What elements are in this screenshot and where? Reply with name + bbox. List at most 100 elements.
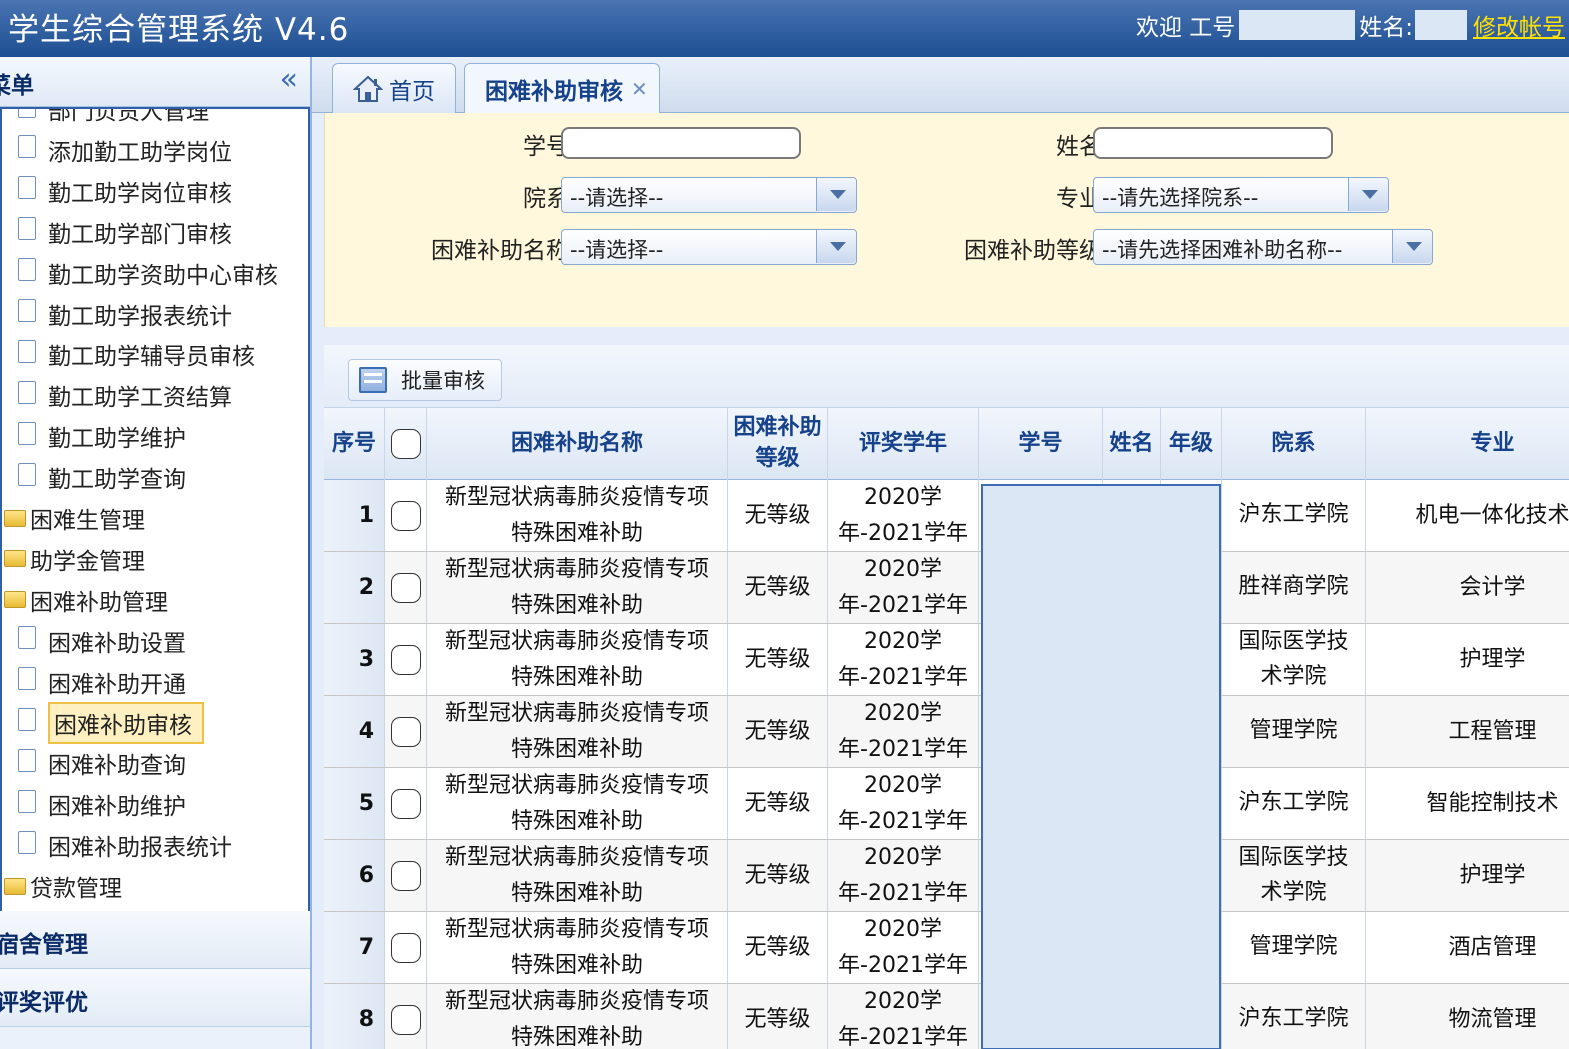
header-label: 序号	[331, 430, 376, 456]
college-select[interactable]: --请选择--	[561, 177, 857, 213]
header-col-subsidy-name[interactable]: 困难补助名称	[427, 408, 728, 480]
sidebar-item-16[interactable]: 困难补助查询	[18, 744, 186, 782]
chevron-down-icon[interactable]	[1392, 230, 1432, 263]
sidebar-folder-19[interactable]: 贷款管理	[4, 867, 122, 905]
sidebar-item-label: 困难补助审核	[48, 701, 204, 744]
chevron-down-icon[interactable]	[1348, 178, 1388, 211]
cell-text: 1	[358, 502, 374, 528]
page-icon	[18, 667, 36, 691]
sidebar-item-0[interactable]: 部门负责人管理	[18, 109, 209, 128]
sidebar-item-5[interactable]: 勤工助学报表统计	[18, 295, 232, 333]
table-row[interactable]: 4 新型冠状病毒肺炎疫情专项 特殊困难补助 无等级 2020学 年-2021学年 管理学院工…	[324, 696, 1569, 768]
cell-major: 护理学	[1366, 624, 1569, 695]
cell-line: 新型冠状病毒肺炎疫情专项	[444, 629, 709, 655]
sidebar-item-label: 勤工助学查询	[48, 467, 186, 494]
header-col-index[interactable]: 序号	[324, 408, 385, 480]
double-chevron-left-icon[interactable]: «	[280, 62, 298, 97]
cell-line: 新型冠状病毒肺炎疫情专项	[444, 485, 709, 511]
sidebar-item-label: 勤工助学资助中心审核	[48, 262, 278, 289]
cell-text: 2	[358, 574, 374, 600]
table-row[interactable]: 8 新型冠状病毒肺炎疫情专项 特殊困难补助 无等级 2020学 年-2021学年 沪东工学院…	[324, 984, 1569, 1049]
batch-audit-button[interactable]: 批量审核	[348, 359, 502, 401]
cell-text: 沪东工学院	[1238, 1006, 1349, 1032]
cell-line: 年-2021学年	[838, 664, 968, 690]
header-col-grade[interactable]: 年级	[1161, 408, 1222, 480]
row-checkbox[interactable]	[390, 644, 421, 675]
sidebar-item-3[interactable]: 勤工助学部门审核	[18, 213, 232, 251]
row-checkbox[interactable]	[390, 572, 421, 603]
subsidy-name-select[interactable]: --请选择--	[561, 229, 857, 265]
tab-subsidy-audit[interactable]: 困难补助审核 ✕	[464, 63, 660, 114]
cell-subsidy-level: 无等级	[728, 696, 828, 767]
header-col-student-id[interactable]: 学号	[979, 408, 1103, 480]
sidebar-item-2[interactable]: 勤工助学岗位审核	[18, 172, 232, 210]
sidebar-section-awards[interactable]: 评奖评优	[0, 969, 310, 1027]
page-icon	[18, 176, 36, 200]
table-row[interactable]: 3 新型冠状病毒肺炎疫情专项 特殊困难补助 无等级 2020学 年-2021学年 国际医学技…	[324, 624, 1569, 696]
sidebar-folder-12[interactable]: 困难补助管理	[4, 581, 168, 619]
cell-text: 智能控制技术	[1426, 790, 1559, 816]
page-icon	[18, 258, 36, 282]
sidebar-item-17[interactable]: 困难补助维护	[18, 785, 186, 823]
name-label: 姓名:	[1359, 15, 1413, 41]
cell-text: 无等级	[744, 646, 811, 672]
header-col-name[interactable]: 姓名	[1103, 408, 1161, 480]
sidebar-folder-11[interactable]: 助学金管理	[4, 540, 145, 578]
sidebar-item-14[interactable]: 困难补助开通	[18, 663, 186, 701]
sidebar-item-label: 勤工助学辅导员审核	[48, 344, 255, 371]
student-id-input[interactable]	[561, 127, 801, 159]
sidebar-item-4[interactable]: 勤工助学资助中心审核	[18, 254, 278, 292]
table-row[interactable]: 1 新型冠状病毒肺炎疫情专项 特殊困难补助 无等级 2020学 年-2021学年 沪东工学院…	[324, 480, 1569, 552]
cell-line: 2020学	[864, 485, 942, 511]
sidebar-section-dormitory[interactable]: 宿舍管理	[0, 911, 310, 969]
major-select[interactable]: --请先选择院系--	[1093, 177, 1389, 213]
sidebar-item-7[interactable]: 勤工助学工资结算	[18, 376, 232, 414]
cell-college: 国际医学技术学院	[1222, 624, 1366, 695]
subsidy-level-select[interactable]: --请先选择困难补助名称--	[1093, 229, 1433, 265]
page-icon	[18, 830, 36, 854]
tab-home[interactable]: 首页	[332, 63, 456, 113]
select-all-checkbox[interactable]	[390, 429, 421, 459]
sidebar-item-18[interactable]: 困难补助报表统计	[18, 826, 232, 864]
cell-text: 护理学	[1459, 646, 1526, 672]
sidebar-item-label: 勤工助学部门审核	[48, 221, 232, 248]
sidebar-item-8[interactable]: 勤工助学维护	[18, 417, 186, 455]
row-checkbox[interactable]	[390, 1004, 421, 1035]
header-col-award-year[interactable]: 评奖学年	[828, 408, 979, 480]
cell-major: 智能控制技术	[1366, 768, 1569, 839]
cell-line: 年-2021学年	[838, 736, 968, 762]
cell-line: 特殊困难补助	[510, 520, 643, 546]
name-input[interactable]	[1093, 127, 1333, 159]
row-checkbox[interactable]	[390, 500, 421, 531]
close-icon[interactable]: ✕	[631, 77, 648, 101]
row-checkbox[interactable]	[390, 716, 421, 747]
cell-select	[385, 480, 427, 551]
change-account-link[interactable]: 修改帐号	[1473, 8, 1565, 42]
sidebar-item-6[interactable]: 勤工助学辅导员审核	[18, 335, 255, 373]
sidebar-item-13[interactable]: 困难补助设置	[18, 622, 186, 660]
cell-select	[385, 768, 427, 839]
chevron-down-icon[interactable]	[816, 178, 856, 211]
row-checkbox[interactable]	[390, 788, 421, 819]
table-row[interactable]: 6 新型冠状病毒肺炎疫情专项 特殊困难补助 无等级 2020学 年-2021学年 国际医学技…	[324, 840, 1569, 912]
row-checkbox[interactable]	[390, 860, 421, 891]
sidebar-title: 菜单	[0, 73, 34, 99]
table-row[interactable]: 2 新型冠状病毒肺炎疫情专项 特殊困难补助 无等级 2020学 年-2021学年 胜祥商学院…	[324, 552, 1569, 624]
table-row[interactable]: 5 新型冠状病毒肺炎疫情专项 特殊困难补助 无等级 2020学 年-2021学年 沪东工学院…	[324, 768, 1569, 840]
header-col-major[interactable]: 专业	[1366, 408, 1569, 480]
chevron-down-icon[interactable]	[816, 230, 856, 263]
header-col-subsidy-level[interactable]: 困难补助等级	[728, 408, 828, 480]
cell-award-year: 2020学 年-2021学年	[828, 768, 979, 839]
sidebar-item-1[interactable]: 添加勤工助学岗位	[18, 131, 232, 169]
header-col-college[interactable]: 院系	[1222, 408, 1366, 480]
header-col-select[interactable]	[385, 408, 427, 480]
sidebar-item-label: 勤工助学报表统计	[48, 303, 232, 330]
sidebar-item-15[interactable]: 困难补助审核	[18, 701, 204, 744]
cell-subsidy-level: 无等级	[728, 768, 828, 839]
folder-icon	[4, 591, 26, 609]
cell-text: 5	[358, 790, 374, 816]
sidebar-item-9[interactable]: 勤工助学查询	[18, 458, 186, 496]
row-checkbox[interactable]	[390, 932, 421, 963]
table-row[interactable]: 7 新型冠状病毒肺炎疫情专项 特殊困难补助 无等级 2020学 年-2021学年 管理学院酒…	[324, 912, 1569, 984]
sidebar-folder-10[interactable]: 困难生管理	[4, 499, 145, 537]
